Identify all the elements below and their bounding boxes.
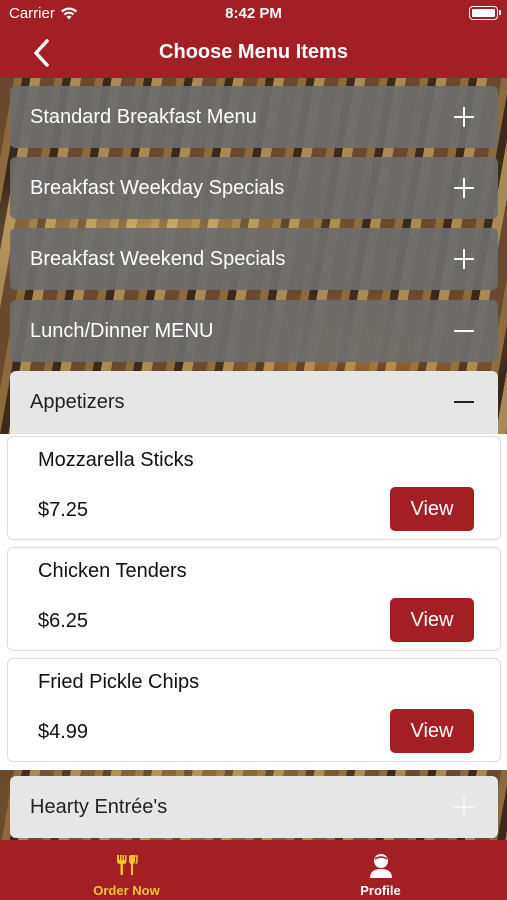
plus-icon: [454, 178, 474, 198]
menu-row-lunch-dinner[interactable]: Lunch/Dinner MENU: [10, 300, 498, 362]
menu-row-label: Lunch/Dinner MENU: [30, 319, 214, 342]
tab-label: Order Now: [93, 883, 160, 898]
plus-icon: [454, 797, 474, 817]
battery-icon: [469, 6, 501, 20]
minus-icon: [454, 392, 474, 412]
menu-item-card: Fried Pickle Chips $4.99 View: [7, 658, 501, 762]
view-button[interactable]: View: [390, 598, 474, 642]
tab-label: Profile: [360, 883, 401, 898]
menu-row-label: Breakfast Weekend Specials: [30, 247, 286, 270]
tab-bar: Order Now Profile: [0, 840, 507, 900]
header-bar: Carrier 8:42 PM Choose Menu Items: [0, 0, 507, 78]
item-list: Mozzarella Sticks $7.25 View Chicken Ten…: [0, 434, 507, 770]
minus-icon: [454, 321, 474, 341]
plus-icon: [454, 107, 474, 127]
subcategory-label: Hearty Entrée's: [30, 795, 168, 818]
page-title: Choose Menu Items: [159, 41, 348, 63]
view-button[interactable]: View: [390, 487, 474, 531]
item-name: Mozzarella Sticks: [38, 449, 194, 471]
item-name: Chicken Tenders: [38, 560, 187, 582]
menu-row-weekday-specials[interactable]: Breakfast Weekday Specials: [10, 157, 498, 219]
user-icon: [369, 854, 392, 878]
tab-order-now[interactable]: Order Now: [0, 840, 253, 900]
item-price: $6.25: [38, 610, 89, 632]
view-button[interactable]: View: [390, 709, 474, 753]
menu-row-label: Breakfast Weekday Specials: [30, 176, 285, 199]
menu-row-label: Standard Breakfast Menu: [30, 105, 257, 128]
subcategory-label: Appetizers: [30, 391, 125, 413]
item-price: $4.99: [38, 721, 89, 743]
menu-item-card: Chicken Tenders $6.25 View: [7, 547, 501, 651]
menu-item-card: Mozzarella Sticks $7.25 View: [7, 436, 501, 540]
status-time: 8:42 PM: [225, 5, 282, 22]
subcategory-row-hearty-entrees[interactable]: Hearty Entrée's: [10, 776, 498, 838]
menu-row-standard-breakfast[interactable]: Standard Breakfast Menu: [10, 86, 498, 148]
menu-row-weekend-specials[interactable]: Breakfast Weekend Specials: [10, 228, 498, 290]
subcategory-row-appetizers[interactable]: Appetizers: [10, 371, 498, 434]
item-name: Fried Pickle Chips: [38, 671, 200, 693]
plus-icon: [454, 249, 474, 269]
item-price: $7.25: [38, 499, 89, 521]
status-bar: Carrier 8:42 PM: [0, 0, 507, 28]
utensils-icon: [116, 855, 138, 875]
tab-profile[interactable]: Profile: [254, 840, 507, 900]
